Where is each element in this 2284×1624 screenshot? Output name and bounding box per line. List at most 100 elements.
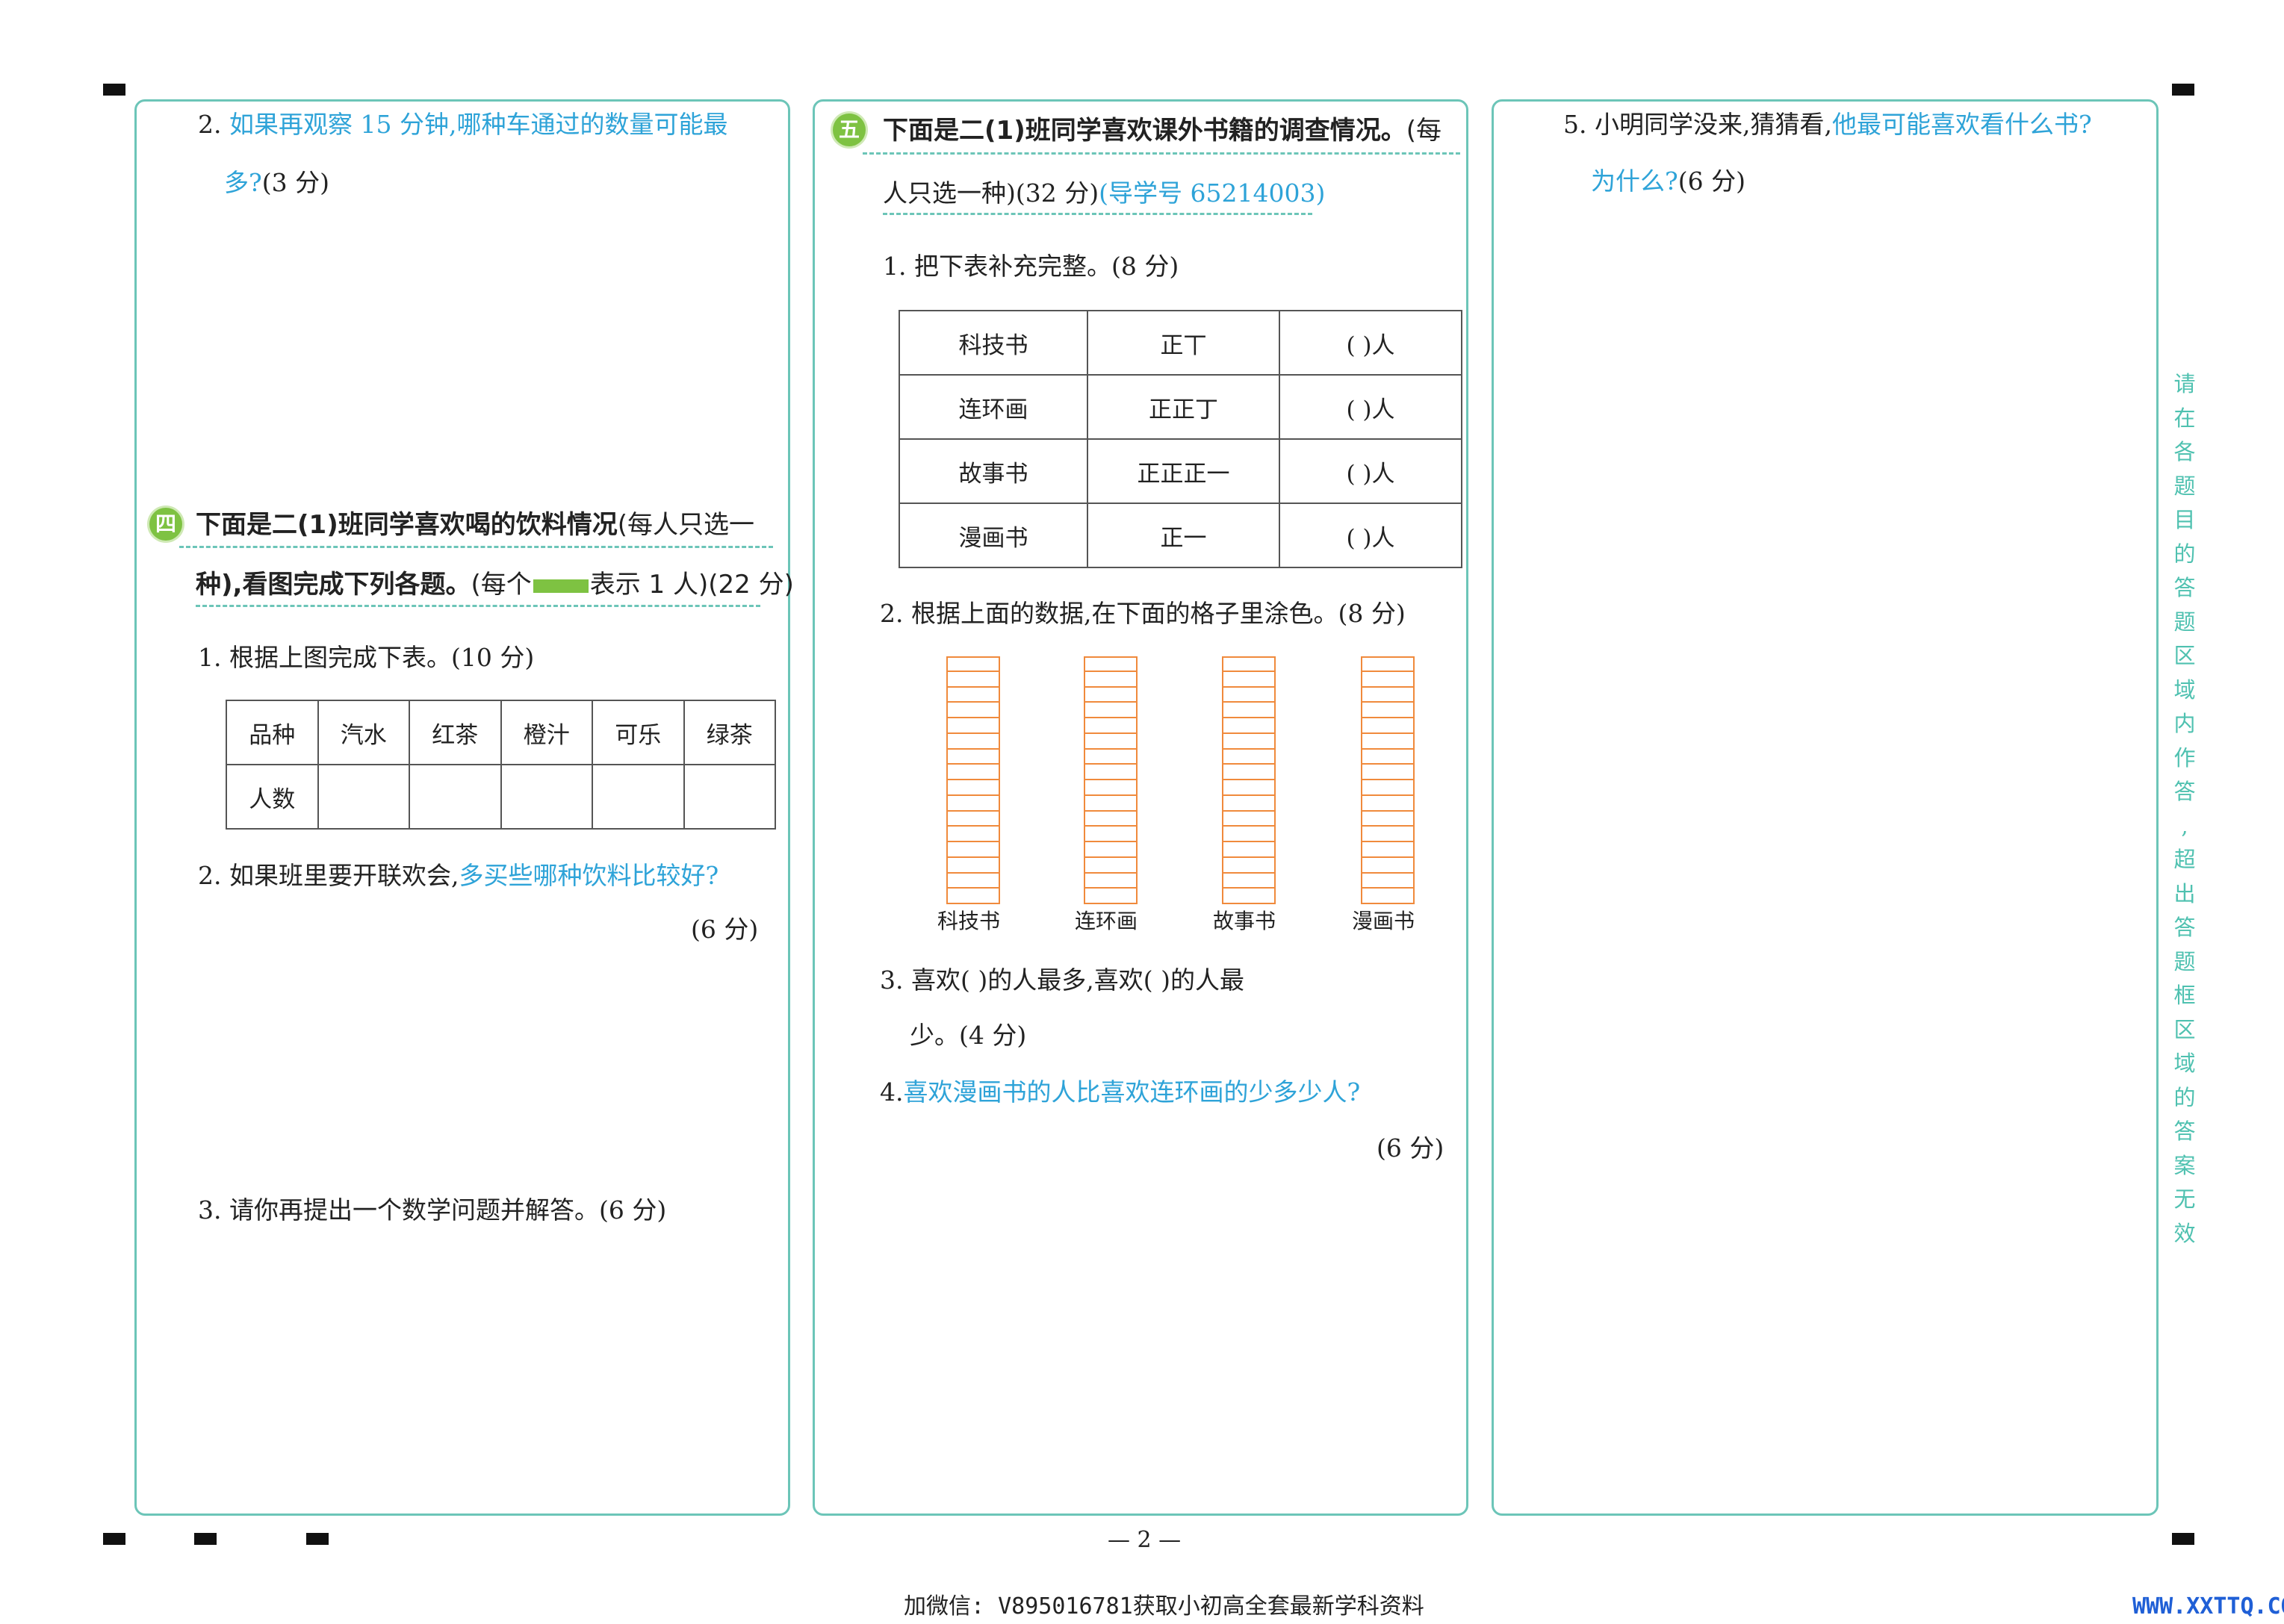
answer-cell[interactable] (409, 764, 502, 830)
grid-cell[interactable] (946, 889, 1000, 904)
grid-cell[interactable] (1222, 656, 1276, 672)
grid-cell[interactable] (1222, 733, 1276, 750)
table-cell-blank[interactable]: ( )人 (1279, 438, 1462, 504)
registration-mark (103, 84, 125, 96)
grid-cell[interactable] (946, 795, 1000, 812)
grid-cell[interactable] (1084, 857, 1138, 874)
table-cell-name: 故事书 (899, 438, 1088, 504)
grid-cell[interactable] (946, 733, 1000, 750)
table-cell-blank[interactable]: ( )人 (1279, 503, 1462, 568)
grid-cell[interactable] (1222, 780, 1276, 796)
drink-table: 品种 汽水 红茶 橙汁 可乐 绿茶 人数 (226, 700, 776, 830)
grid-cell[interactable] (1361, 795, 1415, 812)
grid-cell[interactable] (1222, 811, 1276, 827)
grid-cell[interactable] (1222, 703, 1276, 718)
grid-cell[interactable] (1222, 857, 1276, 874)
table-header: 品种 (226, 700, 319, 765)
grid-cell[interactable] (1222, 671, 1276, 688)
grid-cell[interactable] (1222, 718, 1276, 734)
table-cell-tally: 正正丁 (1087, 374, 1280, 440)
grid-column-keji[interactable] (946, 656, 1000, 904)
grid-cell[interactable] (1222, 687, 1276, 703)
grid-cell[interactable] (1222, 795, 1276, 812)
answer-cell[interactable] (500, 764, 593, 830)
footer-url[interactable]: WWW.XXTTQ.COM (2132, 1596, 2284, 1618)
grid-column-lianhuan[interactable] (1084, 656, 1138, 904)
section-four-heading-line2: 种),看图完成下列各题。(每个 表示 1 人)(22 分) (196, 570, 794, 600)
answer-cell[interactable] (683, 764, 776, 830)
grid-cell[interactable] (1084, 842, 1138, 858)
grid-cell[interactable] (1084, 733, 1138, 750)
grid-cell[interactable] (1361, 889, 1415, 904)
grid-cell[interactable] (1084, 671, 1138, 688)
grid-cell[interactable] (1084, 780, 1138, 796)
answer-panel-right (1492, 99, 2159, 1516)
grid-cell[interactable] (946, 842, 1000, 858)
grid-cell[interactable] (946, 811, 1000, 827)
grid-cell[interactable] (1084, 795, 1138, 812)
grid-cell[interactable] (1361, 857, 1415, 874)
grid-cell[interactable] (946, 749, 1000, 765)
grid-cell[interactable] (1361, 733, 1415, 750)
grid-cell[interactable] (1084, 687, 1138, 703)
grid-cell[interactable] (1084, 811, 1138, 827)
grid-cell[interactable] (946, 703, 1000, 718)
grid-cell[interactable] (1084, 873, 1138, 889)
grid-cell[interactable] (1222, 873, 1276, 889)
registration-mark (103, 1533, 125, 1545)
grid-cell[interactable] (946, 671, 1000, 688)
grid-cell[interactable] (1361, 656, 1415, 672)
grid-cell[interactable] (1222, 749, 1276, 765)
table-cell-blank[interactable]: ( )人 (1279, 310, 1462, 376)
grid-cell[interactable] (1084, 703, 1138, 718)
question-1-table: 1. 根据上图完成下表。(10 分) (198, 643, 535, 672)
grid-column-gushi[interactable] (1222, 656, 1276, 904)
registration-mark (306, 1533, 329, 1545)
table-cell-tally: 正正正一 (1087, 438, 1280, 504)
grid-cell[interactable] (946, 687, 1000, 703)
grid-cell[interactable] (1361, 687, 1415, 703)
answer-cell[interactable] (317, 764, 410, 830)
grid-cell[interactable] (1084, 656, 1138, 672)
grid-cell[interactable] (1361, 827, 1415, 842)
side-instruction-char: 答 (2173, 1119, 2196, 1144)
table-row-label: 人数 (226, 764, 319, 830)
registration-mark (194, 1533, 217, 1545)
grid-cell[interactable] (1361, 780, 1415, 796)
grid-cell[interactable] (1361, 811, 1415, 827)
grid-cell[interactable] (1361, 873, 1415, 889)
grid-cell[interactable] (946, 827, 1000, 842)
grid-cell[interactable] (1222, 889, 1276, 904)
grid-cell[interactable] (1361, 842, 1415, 858)
side-instruction-char: 内 (2173, 711, 2196, 736)
grid-cell[interactable] (946, 857, 1000, 874)
grid-cell[interactable] (1361, 765, 1415, 780)
grid-cell[interactable] (1084, 765, 1138, 780)
grid-cell[interactable] (946, 873, 1000, 889)
grid-cell[interactable] (1084, 827, 1138, 842)
grid-cell[interactable] (1084, 749, 1138, 765)
question-2-line2: 多?(3 分) (224, 168, 329, 197)
side-instruction-char: 区 (2173, 1016, 2196, 1042)
grid-column-manhua[interactable] (1361, 656, 1415, 904)
question-4-difference: 4.喜欢漫画书的人比喜欢连环画的少多少人? (880, 1077, 1361, 1107)
grid-cell[interactable] (1361, 703, 1415, 718)
grid-cell[interactable] (1361, 671, 1415, 688)
grid-cell[interactable] (1222, 765, 1276, 780)
grid-cell[interactable] (1361, 718, 1415, 734)
grid-cell[interactable] (1361, 749, 1415, 765)
grid-cell[interactable] (946, 765, 1000, 780)
grid-cell[interactable] (946, 718, 1000, 734)
grid-cell[interactable] (946, 780, 1000, 796)
footer-text: 加微信: V895016781获取小初高全套最新学科资料 (904, 1593, 1424, 1620)
grid-cell[interactable] (1222, 842, 1276, 858)
table-cell-blank[interactable]: ( )人 (1279, 374, 1462, 440)
grid-cell[interactable] (1084, 889, 1138, 904)
grid-label: 漫画书 (1352, 909, 1415, 933)
grid-cell[interactable] (946, 656, 1000, 672)
side-instruction-char: 无 (2173, 1186, 2196, 1212)
answer-cell[interactable] (592, 764, 685, 830)
grid-cell[interactable] (1084, 718, 1138, 734)
grid-cell[interactable] (1222, 827, 1276, 842)
question-2-speed: 2. 如果再观察 15 分钟,哪种车通过的数量可能最 (198, 110, 728, 139)
